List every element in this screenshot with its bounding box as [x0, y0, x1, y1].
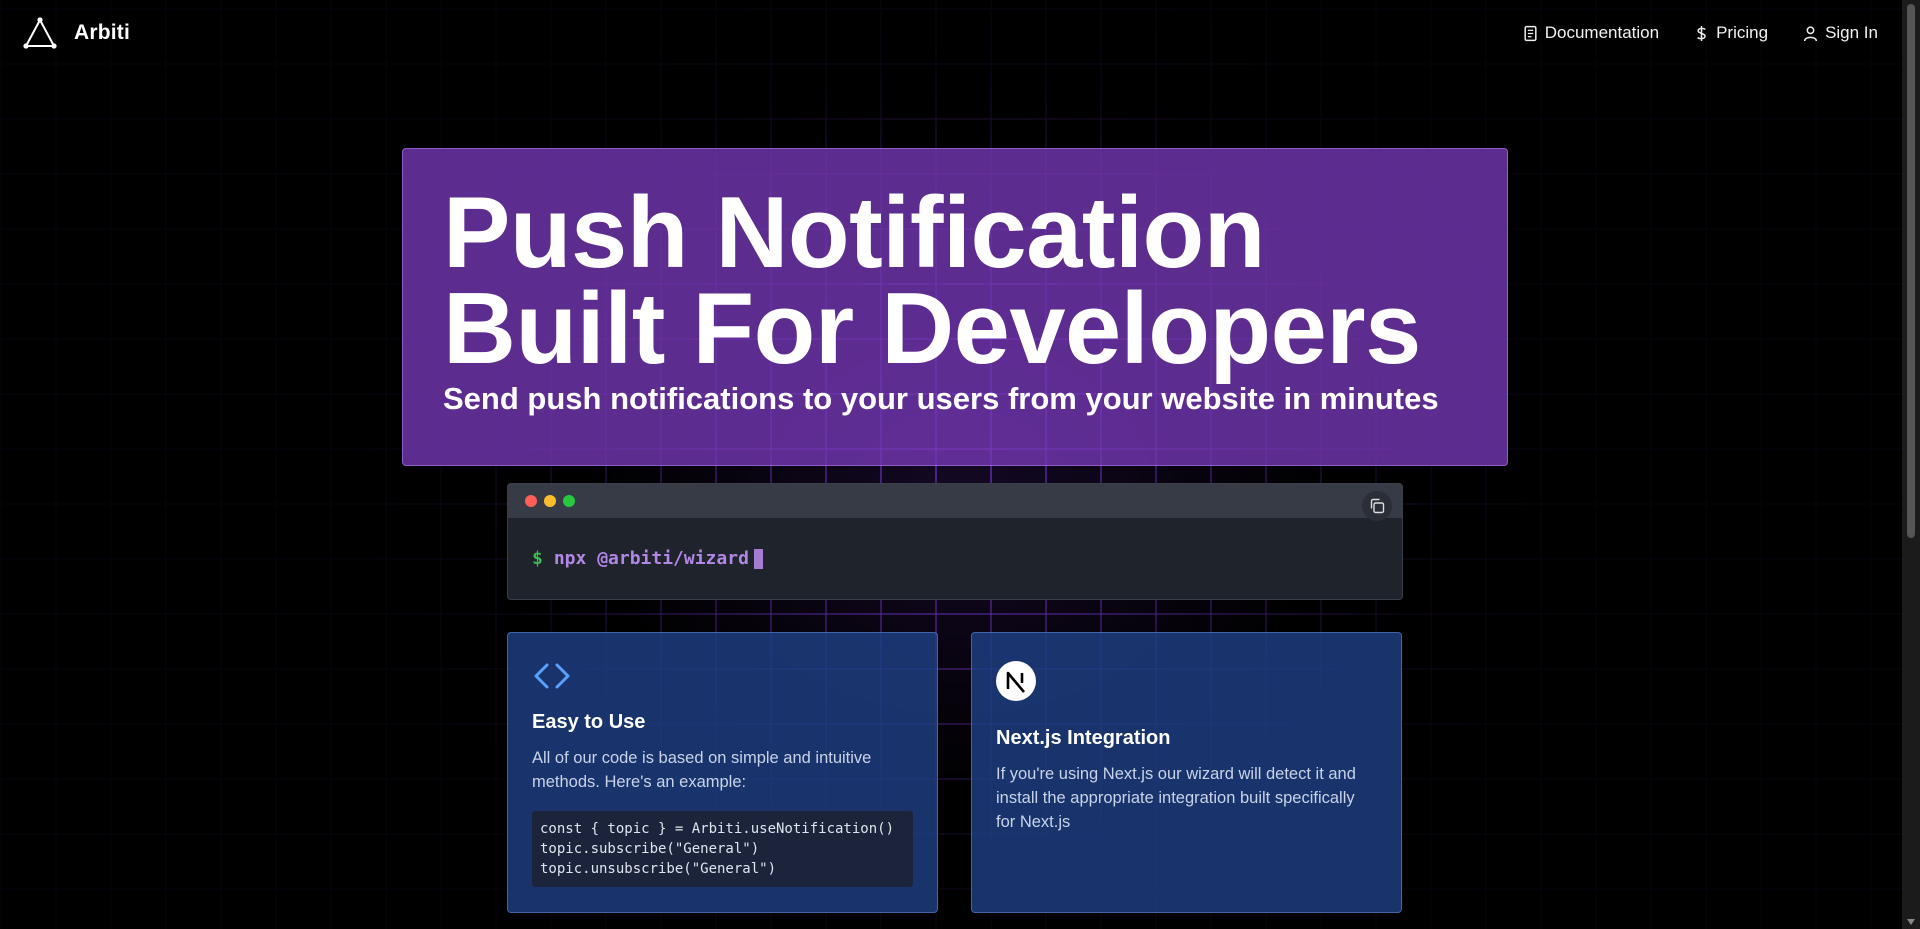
maximize-dot-icon: [563, 495, 575, 507]
nav-signin-link[interactable]: Sign In: [1802, 23, 1878, 43]
easy-card-text: All of our code is based on simple and i…: [532, 749, 872, 791]
minimize-dot-icon: [544, 495, 556, 507]
easy-card-title: Easy to Use: [532, 711, 646, 733]
code-line: topic.unsubscribe("General"): [540, 861, 777, 877]
hero-title-line2: Built For Developers: [443, 273, 1421, 385]
terminal-command: npx @arbiti/wizard: [553, 548, 749, 569]
nav-documentation-link[interactable]: Documentation: [1522, 23, 1659, 43]
hero-banner: Push Notification Built For Developers S…: [402, 148, 1508, 466]
terminal-prompt: $: [532, 548, 543, 569]
code-brackets-icon: [532, 661, 913, 693]
terminal-cursor: [753, 548, 763, 569]
close-dot-icon: [525, 495, 537, 507]
dollar-icon: [1697, 25, 1706, 41]
nav-pricing-link[interactable]: Pricing: [1693, 23, 1768, 43]
nav-documentation-label: Documentation: [1544, 23, 1660, 42]
brand[interactable]: Arbiti: [22, 16, 130, 50]
scroll-down-arrow-icon[interactable]: [1907, 919, 1915, 925]
hero-title-line1: Push Notification: [443, 177, 1265, 289]
nav-menu: Documentation Pricing Sign In: [1522, 23, 1878, 43]
hero-subtitle: Send push notifications to your users fr…: [443, 381, 1439, 416]
easy-to-use-card: Easy to Use All of our code is based on …: [507, 632, 938, 913]
top-navbar: Arbiti Documentation Pricing Sign In: [0, 0, 1902, 66]
nextjs-card-text: If you're using Next.js our wizard will …: [996, 765, 1356, 831]
code-line: const { topic } = Arbiti.useNotification…: [540, 821, 895, 837]
terminal-titlebar: [508, 484, 1402, 521]
nextjs-integration-card: Next.js Integration If you're using Next…: [971, 632, 1402, 913]
terminal-body[interactable]: $ npx @arbiti/wizard: [508, 518, 1402, 599]
nav-pricing-label: Pricing: [1716, 23, 1769, 42]
nextjs-logo-icon: [996, 661, 1036, 701]
nav-signin-label: Sign In: [1825, 23, 1878, 42]
user-icon: [1803, 25, 1818, 41]
hero-title: Push Notification Built For Developers: [443, 177, 1467, 385]
install-terminal: $ npx @arbiti/wizard: [507, 483, 1403, 600]
scrollbar-thumb[interactable]: [1907, 4, 1915, 538]
brand-name: Arbiti: [74, 21, 131, 44]
code-example: const { topic } = Arbiti.useNotification…: [532, 811, 913, 887]
document-icon: [1524, 25, 1537, 41]
page-scrollbar[interactable]: [1902, 0, 1920, 929]
code-line: topic.subscribe("General"): [540, 841, 760, 857]
triangle-logo-icon: [23, 17, 57, 49]
nextjs-card-title: Next.js Integration: [996, 727, 1171, 749]
copy-icon: [1370, 498, 1385, 514]
copy-command-button[interactable]: [1362, 491, 1392, 521]
